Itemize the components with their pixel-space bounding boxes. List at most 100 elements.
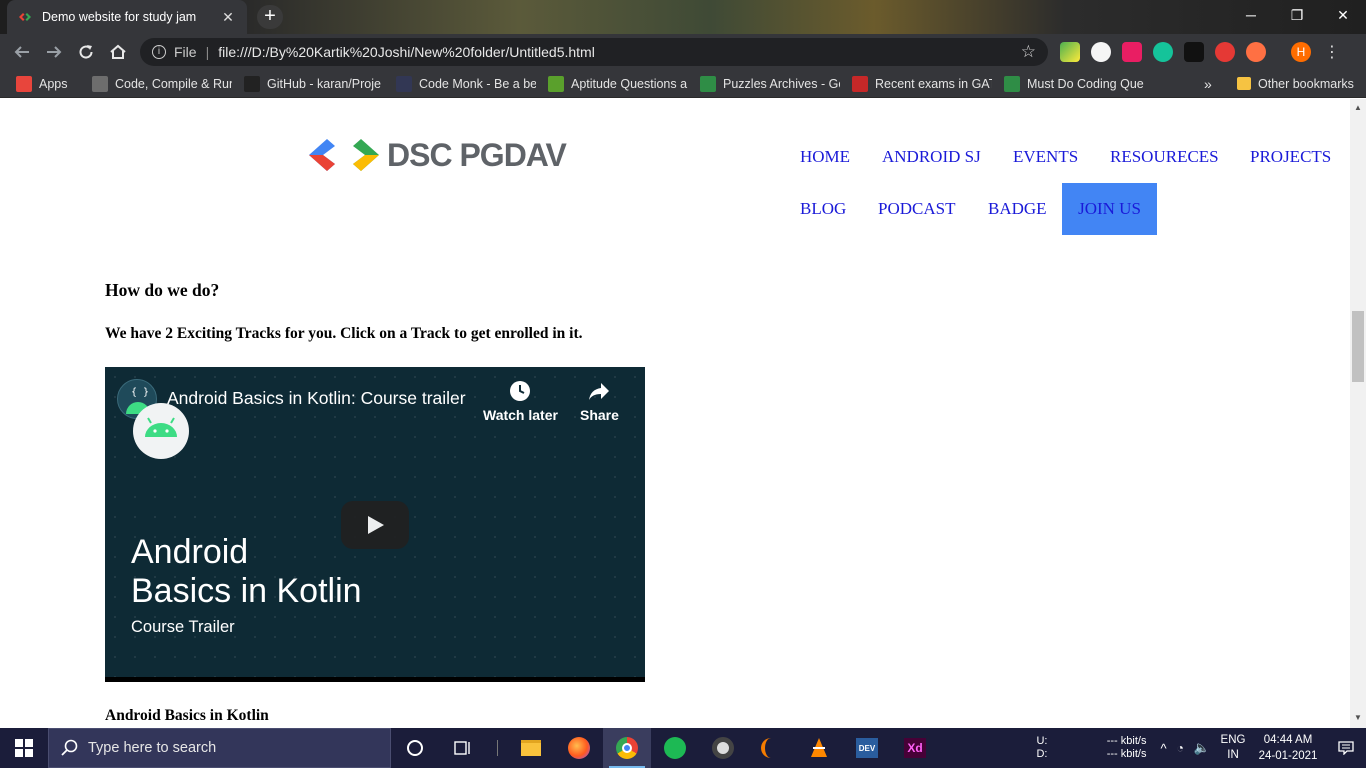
clock-icon xyxy=(510,381,531,401)
share-arrow-icon xyxy=(589,383,610,400)
nav-android-sj[interactable]: ANDROID SJ xyxy=(882,147,981,167)
file-explorer-button[interactable] xyxy=(507,728,555,768)
language-indicator[interactable]: ENG IN xyxy=(1216,733,1250,763)
geeksforgeeks-icon xyxy=(1004,75,1020,92)
browser-tab-strip: Demo website for study jam ✕ + ─ ❐ ✕ xyxy=(0,0,1366,34)
clock-date: 24-01-2021 xyxy=(1258,750,1318,762)
taskbar-search-box[interactable]: Type here to search xyxy=(48,728,391,768)
grammarly-icon[interactable] xyxy=(1153,42,1173,62)
extension-3-icon[interactable] xyxy=(1122,42,1142,62)
folder-icon xyxy=(1237,77,1251,90)
bookmark-list: Apps Code, Compile & Run GitHub - karan/Pr… xyxy=(16,75,1196,92)
bookmark-label: Recent exams in GATE xyxy=(875,76,992,91)
extension-2-icon[interactable] xyxy=(1091,42,1111,62)
home-button[interactable] xyxy=(102,36,134,68)
scrollbar-thumb[interactable] xyxy=(1352,311,1364,382)
bookmark-item[interactable]: Puzzles Archives - Ge xyxy=(700,75,840,92)
cortana-button[interactable] xyxy=(391,728,439,768)
start-button[interactable] xyxy=(0,728,48,768)
extension-6-icon[interactable] xyxy=(1215,42,1235,62)
browser-tab[interactable]: Demo website for study jam ✕ xyxy=(7,0,247,34)
wifi-icon[interactable]: ◔ xyxy=(1177,741,1184,755)
join-us-button[interactable]: JOIN US xyxy=(1062,183,1157,235)
nav-projects[interactable]: PROJECTS xyxy=(1250,147,1331,167)
extension-7-icon[interactable] xyxy=(1246,42,1266,62)
nav-events[interactable]: EVENTS xyxy=(1013,147,1078,167)
adobe-xd-button[interactable]: Xd xyxy=(891,728,939,768)
clock[interactable]: 04:44 AM 24-01-2021 xyxy=(1250,732,1326,764)
nav-resources[interactable]: RESOURECES xyxy=(1110,147,1219,167)
search-icon xyxy=(61,739,78,756)
codechef-icon xyxy=(92,75,108,92)
leaf-icon xyxy=(548,75,564,92)
bookmark-item[interactable]: Must Do Coding Que xyxy=(1004,75,1144,92)
dev-cpp-icon: DEV xyxy=(856,738,878,758)
bookmark-item[interactable]: Code, Compile & Run xyxy=(92,75,232,92)
other-bookmarks-folder[interactable]: Other bookmarks xyxy=(1237,77,1354,91)
address-bar[interactable]: i File | file:///D:/By%20Kartik%20Joshi/… xyxy=(140,38,1048,66)
share-button[interactable]: Share xyxy=(580,377,619,423)
nav-home[interactable]: HOME xyxy=(800,147,850,167)
new-tab-button[interactable]: + xyxy=(257,5,283,29)
bookmark-item[interactable]: Aptitude Questions a xyxy=(548,75,688,92)
apps-grid-icon xyxy=(16,75,32,92)
youtube-video-embed[interactable]: { } Android Basics in Kotlin: Course tra… xyxy=(105,367,645,682)
info-icon[interactable]: i xyxy=(152,45,166,59)
tab-close-icon[interactable]: ✕ xyxy=(219,9,237,26)
android-logo-badge xyxy=(133,403,189,459)
extension-1-icon[interactable] xyxy=(1060,42,1080,62)
extension-5-icon[interactable] xyxy=(1184,42,1204,62)
net-down-label: D: xyxy=(1036,748,1048,760)
eclipse-button[interactable] xyxy=(747,728,795,768)
volume-icon[interactable]: 🔈 xyxy=(1194,740,1210,756)
firefox-button[interactable] xyxy=(555,728,603,768)
show-hidden-icons-icon[interactable]: ^ xyxy=(1160,741,1166,756)
restore-button[interactable]: ❐ xyxy=(1274,0,1320,30)
github-icon xyxy=(244,75,260,92)
scheme-label: File xyxy=(174,44,197,60)
web-page: DSC PGDAV HOME ANDROID SJ EVENTS RESOURE… xyxy=(0,99,1350,728)
dev-cpp-button[interactable]: DEV xyxy=(843,728,891,768)
menu-kebab-icon[interactable]: ⋮ xyxy=(1324,42,1340,62)
scroll-down-icon[interactable]: ▼ xyxy=(1354,713,1362,722)
home-icon xyxy=(110,44,126,59)
video-title[interactable]: Android Basics in Kotlin: Course trailer xyxy=(167,388,466,409)
bookmark-item[interactable]: Code Monk - Be a be xyxy=(396,75,536,92)
system-tray: U: D: --- kbit/s --- kbit/s ^ ◔ 🔈 ENG IN 0… xyxy=(1036,728,1366,768)
bookmarks-overflow-button[interactable]: » xyxy=(1204,76,1212,92)
media-player-button[interactable] xyxy=(699,728,747,768)
network-speed-monitor: U: D: --- kbit/s --- kbit/s xyxy=(1036,735,1156,761)
watch-later-button[interactable]: Watch later xyxy=(483,377,558,423)
nav-podcast[interactable]: PODCAST xyxy=(878,199,955,219)
url-text[interactable]: file:///D:/By%20Kartik%20Joshi/New%20fol… xyxy=(218,44,1021,60)
watch-later-label: Watch later xyxy=(483,407,558,423)
bookmark-label: Must Do Coding Que xyxy=(1027,76,1144,91)
bookmark-item[interactable]: GitHub - karan/Proje xyxy=(244,75,384,92)
scroll-up-icon[interactable]: ▲ xyxy=(1354,103,1362,112)
task-view-button[interactable] xyxy=(439,728,487,768)
chrome-button[interactable] xyxy=(603,728,651,768)
forward-button[interactable] xyxy=(38,36,70,68)
bookmark-star-icon[interactable]: ☆ xyxy=(1021,42,1036,62)
page-scrollbar[interactable]: ▲ ▼ xyxy=(1350,99,1366,728)
nav-blog[interactable]: BLOG xyxy=(800,199,846,219)
windows-taskbar: Type here to search DEV Xd U: D: --- kbit… xyxy=(0,728,1366,768)
net-up-label: U: xyxy=(1036,735,1048,747)
video-progress-bar[interactable] xyxy=(105,677,645,682)
nav-badge[interactable]: BADGE xyxy=(988,199,1047,219)
vlc-button[interactable] xyxy=(795,728,843,768)
bookmark-label: Aptitude Questions a xyxy=(571,76,688,91)
minimize-button[interactable]: ─ xyxy=(1228,0,1274,30)
bookmark-item[interactable]: Apps xyxy=(16,75,80,92)
bookmark-item[interactable]: Recent exams in GATE xyxy=(852,75,992,92)
spotify-button[interactable] xyxy=(651,728,699,768)
action-center-button[interactable] xyxy=(1326,741,1366,755)
site-logo[interactable]: DSC PGDAV xyxy=(307,135,567,175)
profile-avatar[interactable]: H xyxy=(1291,42,1311,62)
hackerearth-icon xyxy=(396,75,412,92)
net-up-value: --- kbit/s xyxy=(1106,735,1147,747)
back-button[interactable] xyxy=(6,36,38,68)
reload-button[interactable] xyxy=(70,36,102,68)
video-caption: Android Basics in Kotlin xyxy=(105,707,269,724)
close-window-button[interactable]: ✕ xyxy=(1320,0,1366,30)
